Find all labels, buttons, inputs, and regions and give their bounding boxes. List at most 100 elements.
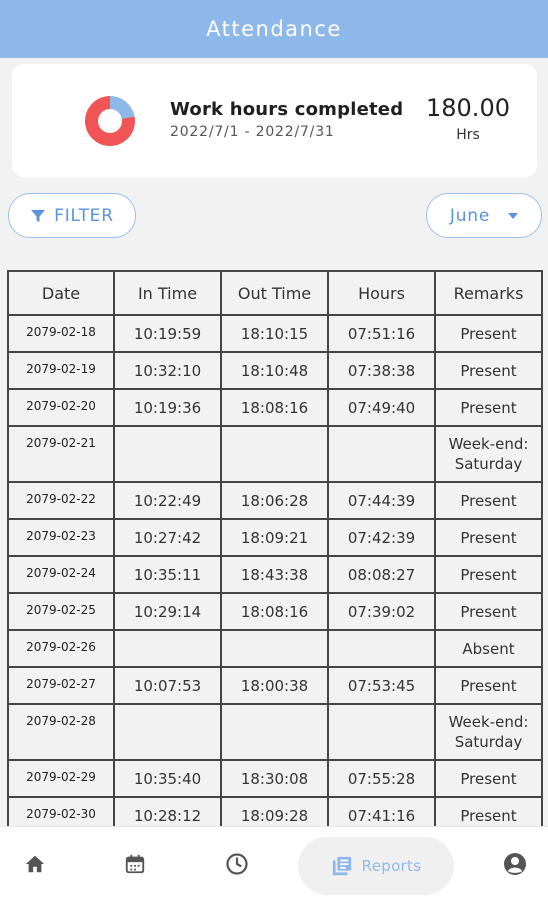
cell-hours: 07:39:02	[328, 593, 436, 631]
cell-hours: 08:08:27	[328, 556, 436, 594]
cell-in-time: 10:19:36	[114, 389, 222, 427]
cell-date: 2079-02-24	[8, 556, 115, 594]
table-row: 2079-02-29 10:35:40 18:30:08 07:55:28 Pr…	[8, 760, 543, 798]
cell-date: 2079-02-28	[8, 704, 115, 761]
cell-remarks: Present	[435, 315, 543, 353]
col-header-date: Date	[8, 271, 115, 316]
cell-hours: 07:51:16	[328, 315, 436, 353]
table-row: 2079-02-24 10:35:11 18:43:38 08:08:27 Pr…	[8, 556, 543, 594]
table-row: 2079-02-21 Week-end: Saturday	[8, 426, 543, 483]
table-row: 2079-02-28 Week-end: Saturday	[8, 704, 543, 761]
profile-icon	[504, 853, 526, 875]
col-header-in-time: In Time	[114, 271, 222, 316]
cell-date: 2079-02-26	[8, 630, 115, 668]
bottom-navigation: Reports	[0, 826, 548, 900]
cell-remarks: Present	[435, 352, 543, 390]
cell-out-time: 18:00:38	[221, 667, 329, 705]
cell-hours: 07:49:40	[328, 389, 436, 427]
page-title: Attendance	[206, 17, 342, 41]
cell-out-time: 18:30:08	[221, 760, 329, 798]
cell-in-time: 10:22:49	[114, 482, 222, 520]
caret-down-icon	[508, 212, 519, 219]
cell-remarks: Present	[435, 760, 543, 798]
nav-profile[interactable]	[490, 827, 540, 900]
cell-in-time: 10:28:12	[114, 797, 222, 826]
col-header-remarks: Remarks	[435, 271, 543, 316]
col-header-hours: Hours	[328, 271, 436, 316]
cell-in-time: 10:35:40	[114, 760, 222, 798]
table-row: 2079-02-26 Absent	[8, 630, 543, 668]
cell-remarks: Present	[435, 519, 543, 557]
cell-hours	[328, 630, 436, 668]
nav-calendar[interactable]	[110, 827, 160, 900]
cell-hours: 07:55:28	[328, 760, 436, 798]
hours-donut-chart	[85, 96, 135, 146]
cell-date: 2079-02-22	[8, 482, 115, 520]
cell-out-time: 18:08:16	[221, 389, 329, 427]
nav-clock[interactable]	[212, 827, 262, 900]
work-hours-label: Work hours completed	[170, 99, 404, 120]
table-row: 2079-02-30 10:28:12 18:09:28 07:41:16 Pr…	[8, 797, 543, 826]
cell-out-time: 18:08:16	[221, 593, 329, 631]
cell-out-time: 18:09:21	[221, 519, 329, 557]
cell-remarks: Present	[435, 797, 543, 826]
work-hours-card: Work hours completed 2022/7/1 - 2022/7/3…	[12, 64, 537, 177]
cell-date: 2079-02-18	[8, 315, 115, 353]
cell-in-time	[114, 704, 222, 761]
cell-date: 2079-02-21	[8, 426, 115, 483]
cell-hours: 07:44:39	[328, 482, 436, 520]
attendance-table: Date In Time Out Time Hours Remarks 2079…	[7, 270, 543, 826]
app-header: Attendance	[0, 0, 548, 58]
table-row: 2079-02-23 10:27:42 18:09:21 07:42:39 Pr…	[8, 519, 543, 557]
cell-date: 2079-02-29	[8, 760, 115, 798]
nav-reports-label: Reports	[361, 857, 422, 875]
cell-remarks: Present	[435, 667, 543, 705]
cell-remarks: Week-end: Saturday	[435, 426, 543, 483]
cell-date: 2079-02-20	[8, 389, 115, 427]
nav-home[interactable]	[10, 827, 60, 900]
cell-hours: 07:41:16	[328, 797, 436, 826]
cell-out-time: 18:10:15	[221, 315, 329, 353]
table-row: 2079-02-18 10:19:59 18:10:15 07:51:16 Pr…	[8, 315, 543, 353]
cell-hours	[328, 426, 436, 483]
calendar-icon	[125, 854, 145, 874]
cell-hours: 07:38:38	[328, 352, 436, 390]
work-hours-value: 180.00	[426, 94, 510, 122]
cell-in-time: 10:19:59	[114, 315, 222, 353]
cell-out-time: 18:10:48	[221, 352, 329, 390]
cell-date: 2079-02-25	[8, 593, 115, 631]
col-header-out-time: Out Time	[221, 271, 329, 316]
cell-remarks: Week-end: Saturday	[435, 704, 543, 761]
cell-out-time: 18:06:28	[221, 482, 329, 520]
month-dropdown[interactable]: June	[426, 193, 542, 238]
table-row: 2079-02-19 10:32:10 18:10:48 07:38:38 Pr…	[8, 352, 543, 390]
cell-date: 2079-02-27	[8, 667, 115, 705]
date-range: 2022/7/1 - 2022/7/31	[170, 124, 335, 140]
cell-remarks: Present	[435, 482, 543, 520]
filter-button[interactable]: FILTER	[8, 193, 136, 238]
attendance-table-container[interactable]: Date In Time Out Time Hours Remarks 2079…	[7, 270, 543, 826]
cell-out-time	[221, 426, 329, 483]
table-row: 2079-02-20 10:19:36 18:08:16 07:49:40 Pr…	[8, 389, 543, 427]
cell-remarks: Present	[435, 593, 543, 631]
clock-icon	[226, 853, 248, 875]
cell-remarks: Present	[435, 556, 543, 594]
cell-in-time: 10:32:10	[114, 352, 222, 390]
table-row: 2079-02-22 10:22:49 18:06:28 07:44:39 Pr…	[8, 482, 543, 520]
cell-remarks: Absent	[435, 630, 543, 668]
cell-in-time	[114, 426, 222, 483]
cell-date: 2079-02-23	[8, 519, 115, 557]
nav-reports[interactable]: Reports	[298, 837, 454, 895]
table-row: 2079-02-27 10:07:53 18:00:38 07:53:45 Pr…	[8, 667, 543, 705]
cell-in-time: 10:27:42	[114, 519, 222, 557]
cell-out-time: 18:09:28	[221, 797, 329, 826]
cell-out-time	[221, 704, 329, 761]
cell-in-time: 10:07:53	[114, 667, 222, 705]
month-selected: June	[449, 205, 491, 226]
filter-label: FILTER	[54, 205, 114, 226]
table-header-row: Date In Time Out Time Hours Remarks	[8, 271, 543, 316]
cell-hours: 07:42:39	[328, 519, 436, 557]
work-hours-unit: Hrs	[456, 127, 480, 143]
cell-hours: 07:53:45	[328, 667, 436, 705]
cell-in-time	[114, 630, 222, 668]
